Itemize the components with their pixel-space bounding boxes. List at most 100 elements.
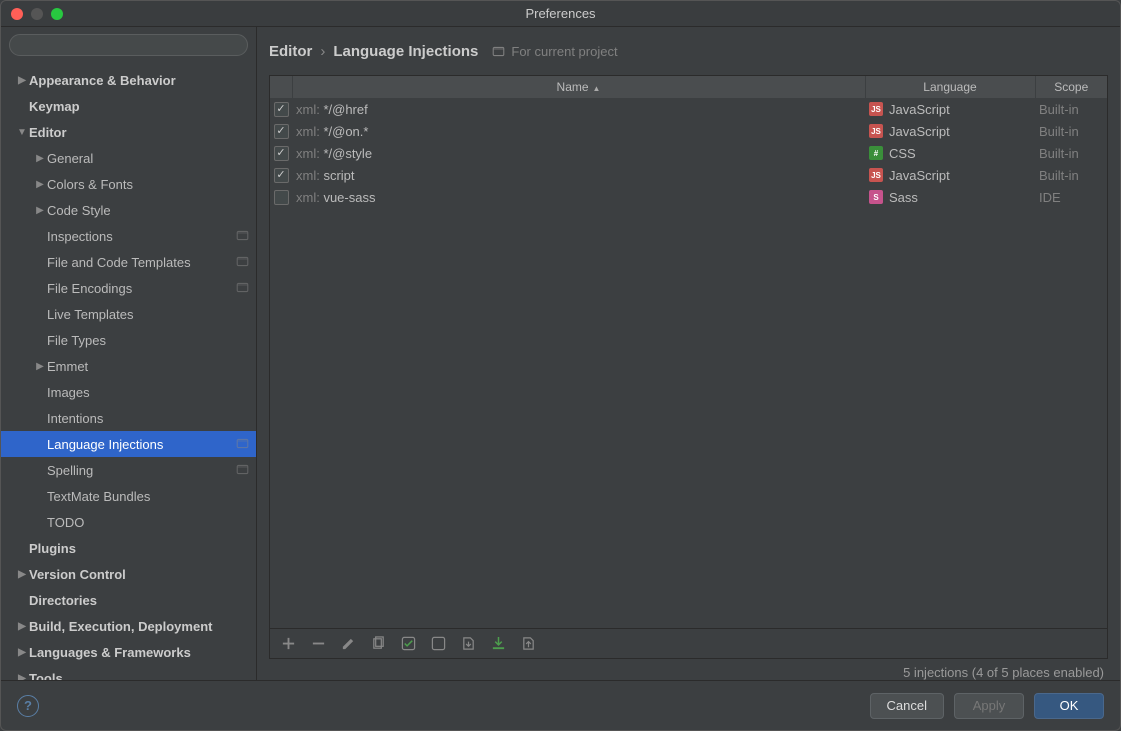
tree-arrow-icon: ▶ [15, 75, 29, 86]
enable-button[interactable] [400, 636, 416, 652]
sidebar-item-label: Keymap [29, 99, 256, 114]
row-scope: IDE [1035, 186, 1107, 208]
sidebar-item-appearance-behavior[interactable]: ▶Appearance & Behavior [1, 67, 256, 93]
sidebar-item-directories[interactable]: Directories [1, 587, 256, 613]
sidebar-item-label: File Types [47, 333, 256, 348]
row-checkbox[interactable] [274, 124, 289, 139]
sidebar-item-general[interactable]: ▶General [1, 145, 256, 171]
sidebar-item-keymap[interactable]: Keymap [1, 93, 256, 119]
sidebar-item-languages-frameworks[interactable]: ▶Languages & Frameworks [1, 639, 256, 665]
sidebar-item-label: Build, Execution, Deployment [29, 619, 256, 634]
sidebar-item-code-style[interactable]: ▶Code Style [1, 197, 256, 223]
tree-arrow-icon: ▶ [15, 621, 29, 632]
row-checkbox[interactable] [274, 146, 289, 161]
sidebar-item-label: TODO [47, 515, 256, 530]
edit-button[interactable] [340, 636, 356, 652]
ok-button[interactable]: OK [1034, 693, 1104, 719]
table-toolbar [270, 628, 1107, 658]
sidebar-item-tools[interactable]: ▶Tools [1, 665, 256, 680]
disable-button[interactable] [430, 636, 446, 652]
sidebar-item-build-execution-deployment[interactable]: ▶Build, Execution, Deployment [1, 613, 256, 639]
sidebar-item-colors-fonts[interactable]: ▶Colors & Fonts [1, 171, 256, 197]
sidebar-item-file-and-code-templates[interactable]: File and Code Templates [1, 249, 256, 275]
window-close-button[interactable] [11, 8, 23, 20]
import-button[interactable] [490, 636, 506, 652]
language-icon: JS [869, 102, 883, 116]
language-icon: JS [869, 124, 883, 138]
breadcrumb-root[interactable]: Editor [269, 43, 312, 60]
table-row[interactable]: xml: */@on.*JSJavaScriptBuilt-in [270, 120, 1107, 142]
sidebar-item-todo[interactable]: TODO [1, 509, 256, 535]
tree-arrow-icon: ▼ [15, 127, 29, 138]
project-scope-icon [236, 463, 250, 477]
add-button[interactable] [280, 636, 296, 652]
row-name: xml: */@href [292, 98, 865, 120]
tree-arrow-icon: ▶ [15, 673, 29, 681]
table-row[interactable]: xml: */@style#CSSBuilt-in [270, 142, 1107, 164]
sidebar: ▶Appearance & BehaviorKeymap▼Editor▶Gene… [1, 27, 257, 680]
sidebar-item-version-control[interactable]: ▶Version Control [1, 561, 256, 587]
project-scope-icon [236, 437, 250, 451]
help-button[interactable]: ? [17, 695, 39, 717]
column-header-language[interactable]: Language [865, 76, 1035, 98]
tree-arrow-icon: ▶ [33, 361, 47, 372]
tree-arrow-icon: ▶ [33, 153, 47, 164]
row-scope: Built-in [1035, 98, 1107, 120]
sidebar-item-file-encodings[interactable]: File Encodings [1, 275, 256, 301]
tree-arrow-icon: ▶ [33, 179, 47, 190]
sidebar-item-textmate-bundles[interactable]: TextMate Bundles [1, 483, 256, 509]
apply-button[interactable]: Apply [954, 693, 1024, 719]
language-icon: S [869, 190, 883, 204]
sidebar-item-label: Code Style [47, 203, 256, 218]
export-button[interactable] [520, 636, 536, 652]
row-language: SSass [865, 186, 1035, 208]
sidebar-item-label: Colors & Fonts [47, 177, 256, 192]
cancel-button[interactable]: Cancel [870, 693, 944, 719]
sidebar-item-file-types[interactable]: File Types [1, 327, 256, 353]
column-header-name[interactable]: Name▲ [292, 76, 865, 98]
sidebar-item-label: Directories [29, 593, 256, 608]
search-input[interactable] [9, 34, 248, 56]
project-scope-icon [236, 281, 250, 295]
move-to-project-button[interactable] [460, 636, 476, 652]
table-row[interactable]: xml: */@hrefJSJavaScriptBuilt-in [270, 98, 1107, 120]
tree-arrow-icon: ▶ [33, 205, 47, 216]
window-zoom-button[interactable] [51, 8, 63, 20]
row-language: JSJavaScript [865, 164, 1035, 186]
sidebar-item-label: File and Code Templates [47, 255, 236, 270]
sidebar-item-images[interactable]: Images [1, 379, 256, 405]
window-minimize-button[interactable] [31, 8, 43, 20]
sidebar-item-label: Tools [29, 671, 256, 681]
sidebar-item-label: Language Injections [47, 437, 236, 452]
settings-tree: ▶Appearance & BehaviorKeymap▼Editor▶Gene… [1, 63, 256, 680]
row-scope: Built-in [1035, 164, 1107, 186]
row-checkbox[interactable] [274, 168, 289, 183]
sidebar-item-label: Emmet [47, 359, 256, 374]
sidebar-item-spelling[interactable]: Spelling [1, 457, 256, 483]
tree-arrow-icon: ▶ [15, 647, 29, 658]
row-name: xml: */@on.* [292, 120, 865, 142]
sidebar-item-plugins[interactable]: Plugins [1, 535, 256, 561]
sidebar-item-inspections[interactable]: Inspections [1, 223, 256, 249]
table-row[interactable]: xml: vue-sassSSassIDE [270, 186, 1107, 208]
sidebar-item-intentions[interactable]: Intentions [1, 405, 256, 431]
sidebar-item-label: General [47, 151, 256, 166]
breadcrumb-current: Language Injections [333, 43, 478, 60]
row-name: xml: */@style [292, 142, 865, 164]
sidebar-item-emmet[interactable]: ▶Emmet [1, 353, 256, 379]
row-checkbox[interactable] [274, 102, 289, 117]
table-row[interactable]: xml: scriptJSJavaScriptBuilt-in [270, 164, 1107, 186]
sidebar-item-live-templates[interactable]: Live Templates [1, 301, 256, 327]
row-checkbox[interactable] [274, 190, 289, 205]
copy-button[interactable] [370, 636, 386, 652]
main-panel: Editor › Language Injections For current… [257, 27, 1120, 680]
row-name: xml: script [292, 164, 865, 186]
column-header-scope[interactable]: Scope [1035, 76, 1107, 98]
column-header-enabled[interactable] [270, 76, 292, 98]
sidebar-item-language-injections[interactable]: Language Injections [1, 431, 256, 457]
row-language: JSJavaScript [865, 98, 1035, 120]
sidebar-item-label: Version Control [29, 567, 256, 582]
sidebar-item-label: TextMate Bundles [47, 489, 256, 504]
sidebar-item-editor[interactable]: ▼Editor [1, 119, 256, 145]
remove-button[interactable] [310, 636, 326, 652]
